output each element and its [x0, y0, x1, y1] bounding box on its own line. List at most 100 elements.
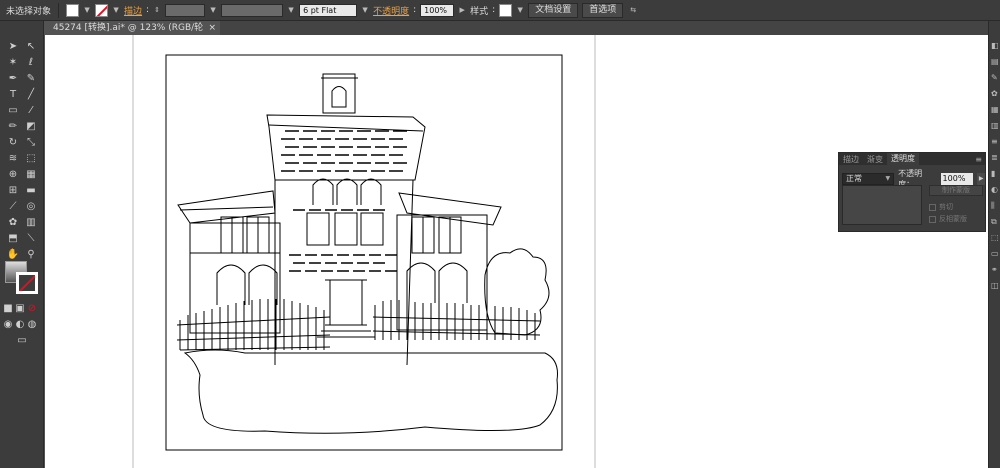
slice-tool-icon[interactable]: ⟍ — [23, 231, 39, 245]
panel-opacity-arrow-icon[interactable]: ▶ — [977, 173, 985, 185]
stroke-color-icon[interactable] — [16, 272, 38, 294]
arrange-documents-icon[interactable]: ⇆ — [627, 4, 639, 17]
opacity-label[interactable]: 不透明度 — [373, 4, 409, 17]
gradient-mode-icon[interactable]: ▣ — [15, 301, 25, 315]
object-thumbnail — [842, 185, 922, 225]
none-mode-icon[interactable]: ⊘ — [27, 301, 37, 315]
graphic-styles-panel-icon[interactable]: ▦ — [991, 105, 1000, 114]
panel-menu-icon[interactable]: ≡ — [975, 155, 985, 164]
canvas[interactable] — [45, 35, 988, 468]
mesh-tool-icon[interactable]: ⊞ — [5, 183, 21, 197]
selection-tool-icon[interactable]: ➤ — [5, 39, 21, 53]
brushes-panel-icon[interactable]: ✎ — [991, 73, 1000, 82]
artboard-tool-icon[interactable]: ⬒ — [5, 231, 21, 245]
navigator-panel-icon[interactable]: ◫ — [991, 281, 1000, 290]
document-tab-title: 45274 [转换].ai* @ 123% (RGB/轮廓) — [53, 23, 204, 47]
zoom-tool-icon[interactable]: ⚲ — [23, 247, 39, 261]
profile-dropdown-icon[interactable]: ▼ — [287, 4, 295, 17]
screen-mode-icon[interactable]: ▭ — [14, 333, 30, 347]
close-tab-icon[interactable]: × — [208, 21, 220, 35]
tab-strip — [220, 21, 988, 35]
style-dropdown-icon[interactable]: ▼ — [516, 4, 524, 17]
eyedropper-tool-icon[interactable]: ⟋ — [5, 199, 21, 213]
width-tool-icon[interactable]: ≋ — [5, 151, 21, 165]
variable-width-profile-field[interactable] — [221, 3, 284, 17]
document-setup-button[interactable]: 文档设置 — [528, 2, 579, 18]
curvature-tool-icon[interactable]: ✎ — [23, 71, 39, 85]
style-label: 样式 — [470, 6, 489, 17]
panel-tabs: 描边 渐变 透明度 ≡ — [839, 153, 985, 165]
stroke-none-icon[interactable] — [95, 3, 109, 17]
layers-panel-icon[interactable]: ≡ — [991, 137, 1000, 146]
gradient-panel-icon[interactable]: ▮ — [991, 169, 1000, 178]
symbol-sprayer-tool-icon[interactable]: ✿ — [5, 215, 21, 229]
tab-gradient[interactable]: 渐变 — [863, 154, 887, 165]
clip-checkbox[interactable] — [929, 203, 936, 211]
fill-dropdown-icon[interactable]: ▼ — [83, 4, 91, 17]
fill-swatch-icon[interactable] — [66, 3, 80, 17]
ground — [183, 349, 558, 434]
opacity-field[interactable]: 100% — [420, 3, 455, 17]
gradient-tool-icon[interactable]: ▬ — [23, 183, 39, 197]
tree — [484, 248, 550, 336]
tab-transparency[interactable]: 透明度 — [887, 153, 919, 165]
draw-normal-icon[interactable]: ◉ — [3, 317, 13, 331]
shape-builder-tool-icon[interactable]: ⊕ — [5, 167, 21, 181]
pencil-tool-icon[interactable]: ✏ — [5, 119, 21, 133]
document-tab[interactable]: 45274 [转换].ai* @ 123% (RGB/轮廓) × — [45, 21, 220, 47]
hand-tool-icon[interactable]: ✋ — [5, 247, 21, 261]
scale-tool-icon[interactable]: ⤡ — [23, 135, 39, 149]
tab-stroke[interactable]: 描边 — [839, 154, 863, 165]
paintbrush-tool-icon[interactable]: ⁄ — [23, 103, 39, 117]
magic-wand-tool-icon[interactable]: ✶ — [5, 55, 21, 69]
rectangle-tool-icon[interactable]: ▭ — [5, 103, 21, 117]
direct-selection-tool-icon[interactable]: ↖ — [23, 39, 39, 53]
pathfinder-panel-icon[interactable]: ⧉ — [991, 217, 1000, 226]
stroke-weight-stepper[interactable]: ⇕ — [153, 4, 161, 17]
brush-dropdown-icon[interactable]: ▼ — [361, 4, 369, 17]
draw-behind-icon[interactable]: ◐ — [15, 317, 25, 331]
draw-inside-icon[interactable]: ◍ — [27, 317, 37, 331]
stroke-panel-icon[interactable]: ≣ — [991, 153, 1000, 162]
style-swatch-icon[interactable] — [499, 3, 513, 17]
color-panel-icon[interactable]: ◧ — [991, 41, 1000, 50]
column-graph-tool-icon[interactable]: ▥ — [23, 215, 39, 229]
type-tool-icon[interactable]: T — [5, 87, 21, 101]
stroke-label[interactable]: 描边 — [124, 4, 142, 17]
appearance-panel-icon[interactable]: ▥ — [991, 121, 1000, 130]
make-mask-button[interactable]: 制作蒙版 — [929, 185, 983, 196]
preferences-button[interactable]: 首选项 — [582, 2, 624, 18]
brush-definition-field[interactable]: 6 pt Flat — [299, 3, 358, 17]
stroke-weight-field[interactable] — [165, 3, 206, 17]
perspective-grid-tool-icon[interactable]: ▦ — [23, 167, 39, 181]
rotate-tool-icon[interactable]: ↻ — [5, 135, 21, 149]
symbols-panel-icon[interactable]: ✿ — [991, 89, 1000, 98]
fence-left — [176, 299, 331, 351]
opacity-colon: : — [413, 5, 417, 15]
invert-mask-checkbox[interactable] — [929, 215, 936, 223]
transform-panel-icon[interactable]: ⬚ — [991, 233, 1000, 242]
swatches-panel-icon[interactable]: ▤ — [991, 57, 1000, 66]
eraser-tool-icon[interactable]: ◩ — [23, 119, 39, 133]
links-panel-icon[interactable]: ⚭ — [991, 265, 1000, 274]
clip-option[interactable]: 剪切 — [929, 202, 953, 212]
opacity-arrow-icon[interactable]: ▶ — [458, 4, 466, 17]
artboards-panel-icon[interactable]: ▭ — [991, 249, 1000, 258]
fill-stroke-control[interactable] — [5, 261, 39, 295]
blend-mode-select[interactable]: 正常 — [842, 173, 895, 185]
align-panel-icon[interactable]: ⫼ — [991, 201, 1000, 210]
lasso-tool-icon[interactable]: ℓ — [23, 55, 39, 69]
stroke-dropdown-icon[interactable]: ▼ — [112, 4, 120, 17]
invert-mask-option[interactable]: 反相蒙版 — [929, 214, 967, 224]
separator — [58, 2, 60, 18]
stroke-weight-dropdown-icon[interactable]: ▼ — [209, 4, 217, 17]
blend-tool-icon[interactable]: ◎ — [23, 199, 39, 213]
transparency-panel-icon[interactable]: ◐ — [991, 185, 1000, 194]
pen-tool-icon[interactable]: ✒ — [5, 71, 21, 85]
panel-opacity-field[interactable]: 100% — [940, 173, 974, 185]
artwork — [132, 35, 596, 468]
color-mode-icon[interactable]: ■ — [3, 301, 13, 315]
fence-right — [372, 300, 541, 340]
free-transform-tool-icon[interactable]: ⬚ — [23, 151, 39, 165]
line-segment-tool-icon[interactable]: ╱ — [23, 87, 39, 101]
